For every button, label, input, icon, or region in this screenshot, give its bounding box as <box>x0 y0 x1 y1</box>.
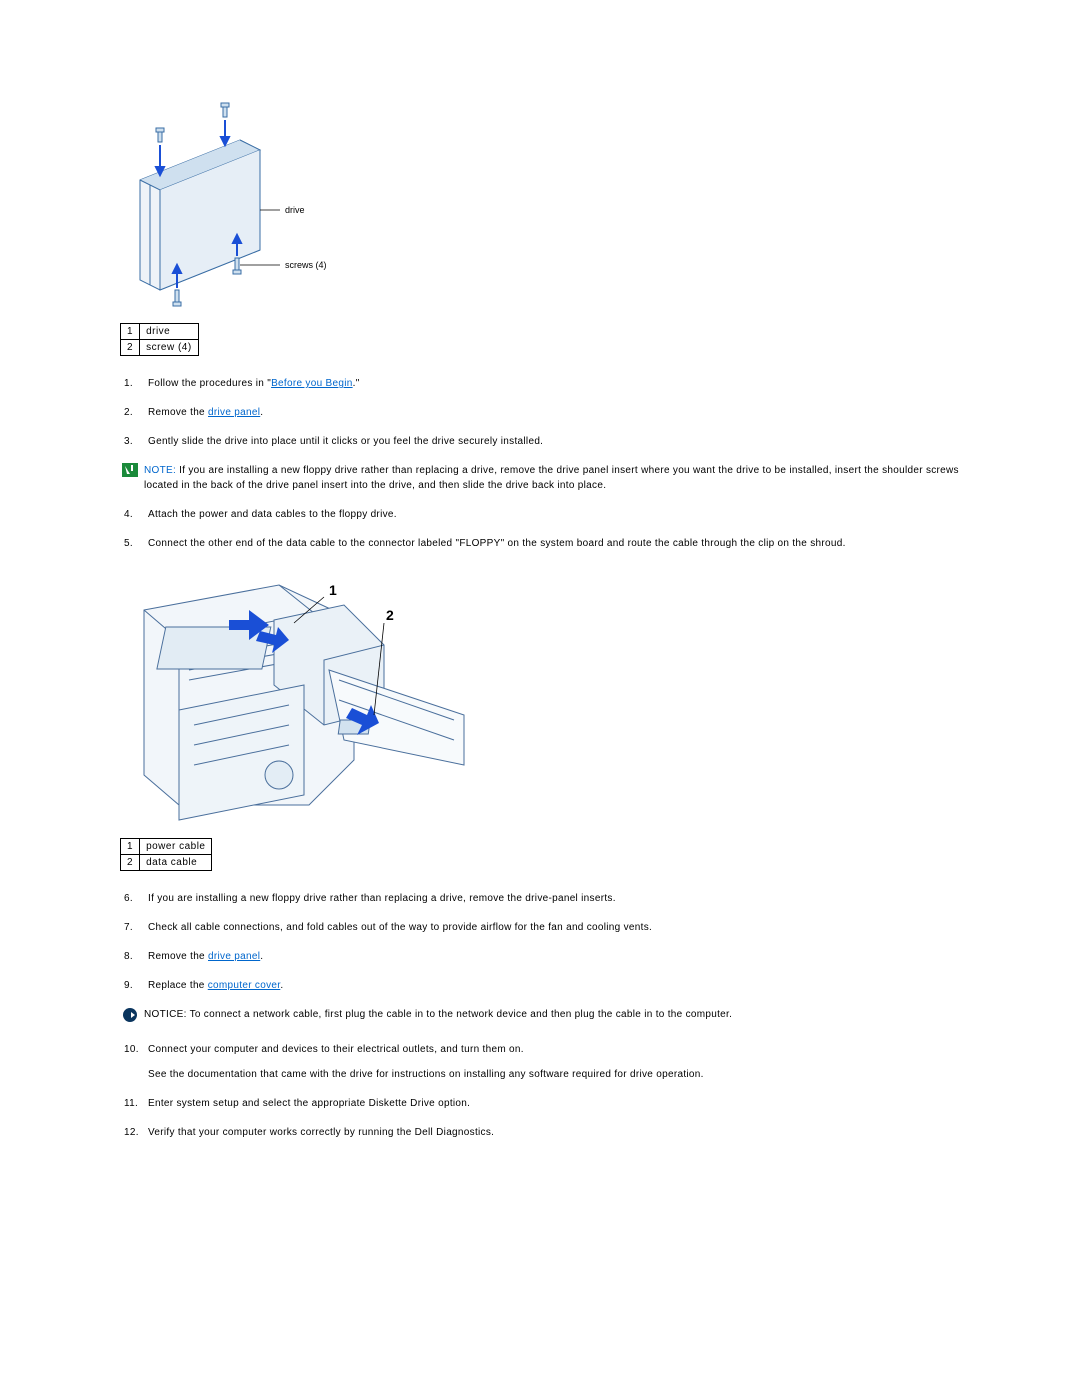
step-7: 7. Check all cable connections, and fold… <box>120 920 990 935</box>
notice-icon <box>122 1007 138 1028</box>
step-10-sub: See the documentation that came with the… <box>148 1067 990 1082</box>
step-10: 10. Connect your computer and devices to… <box>120 1042 990 1082</box>
drive-screws-diagram: drive screws (4) <box>120 80 990 313</box>
legend2-r1-num: 1 <box>121 839 140 855</box>
fig1-drive-label: drive <box>285 205 305 215</box>
legend2-r2-num: 2 <box>121 855 140 871</box>
legend1-r2-text: screw (4) <box>140 340 199 356</box>
fig1-screws-label: screws (4) <box>285 260 327 270</box>
note-block: NOTE: If you are installing a new floppy… <box>122 463 990 493</box>
notice-text: To connect a network cable, first plug t… <box>187 1009 733 1020</box>
link-drive-panel-1[interactable]: drive panel <box>208 407 260 418</box>
legend1-r1-num: 1 <box>121 324 140 340</box>
link-drive-panel-2[interactable]: drive panel <box>208 951 260 962</box>
step-6: 6. If you are installing a new floppy dr… <box>120 891 990 906</box>
step-3: 3. Gently slide the drive into place unt… <box>120 434 990 449</box>
legend1-r1-text: drive <box>140 324 199 340</box>
notice-block: NOTICE: To connect a network cable, firs… <box>122 1007 990 1028</box>
fig2-callout-2: 2 <box>386 607 394 623</box>
note-label: NOTE: <box>144 465 176 476</box>
legend-table-2: 1 power cable 2 data cable <box>120 838 212 871</box>
link-before-you-begin[interactable]: Before you Begin <box>271 378 353 389</box>
step-9: 9. Replace the computer cover. <box>120 978 990 993</box>
step-5: 5. Connect the other end of the data cab… <box>120 536 990 551</box>
legend1-r2-num: 2 <box>121 340 140 356</box>
step-4: 4. Attach the power and data cables to t… <box>120 507 990 522</box>
step-2: 2. Remove the drive panel. <box>120 405 990 420</box>
step-1: 1. Follow the procedures in "Before you … <box>120 376 990 391</box>
note-icon <box>122 463 138 482</box>
note-text: If you are installing a new floppy drive… <box>144 465 959 491</box>
fig2-callout-1: 1 <box>329 582 337 598</box>
notice-label: NOTICE: <box>144 1009 187 1020</box>
chassis-diagram: 1 2 <box>124 565 990 828</box>
step-12: 12. Verify that your computer works corr… <box>120 1125 990 1140</box>
legend2-r2-text: data cable <box>140 855 212 871</box>
link-computer-cover[interactable]: computer cover <box>208 980 281 991</box>
step-8: 8. Remove the drive panel. <box>120 949 990 964</box>
legend2-r1-text: power cable <box>140 839 212 855</box>
legend-table-1: 1 drive 2 screw (4) <box>120 323 199 356</box>
step-11: 11. Enter system setup and select the ap… <box>120 1096 990 1111</box>
